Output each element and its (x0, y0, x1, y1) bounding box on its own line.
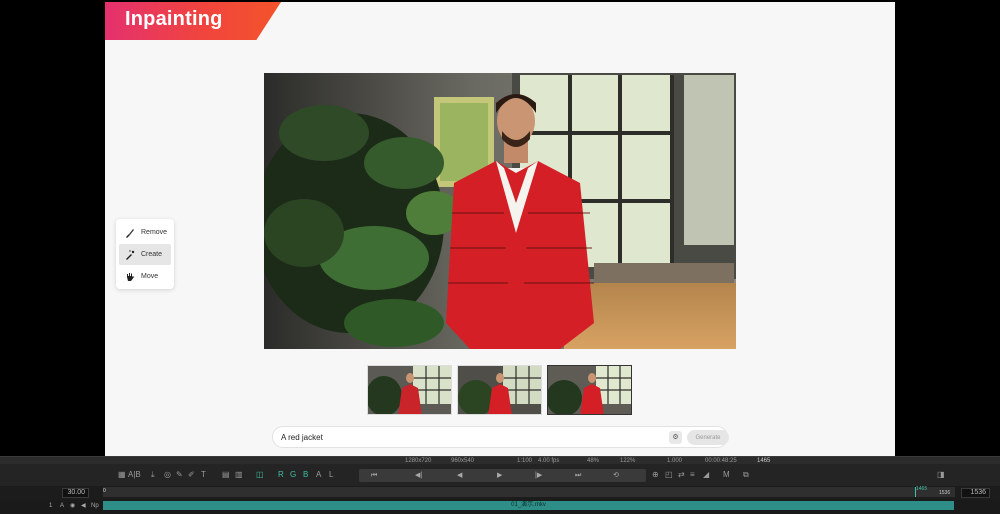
prompt-bar: ⚙ Generate (272, 426, 729, 448)
skip-start-icon[interactable]: ⏮ (371, 469, 377, 482)
compare-icon[interactable]: ◫ (256, 469, 264, 481)
magic-brush-icon (123, 249, 137, 261)
channel-r-button[interactable]: R (278, 469, 284, 481)
tool-palette: Remove Create Move (116, 219, 174, 289)
video-clip[interactable]: 01_演示.mkv (103, 501, 954, 510)
channel-a-button[interactable]: A (316, 469, 321, 481)
flip-icon[interactable]: ⇄ (678, 469, 685, 481)
start-frame: 0 (103, 488, 106, 494)
track-np-label[interactable]: Np (91, 502, 99, 511)
export-icon[interactable]: ⤓ (151, 469, 155, 481)
speaker-icon[interactable]: ◀ (81, 502, 86, 511)
thumbnail-variant-3[interactable] (547, 365, 632, 415)
metadata-button[interactable]: M (723, 469, 730, 481)
transport-controls: ⏮ ◀| ◀ ▶ |▶ ⏭ ⟲ (359, 469, 646, 482)
levels-icon[interactable]: ≡ (690, 469, 695, 481)
step-back-icon[interactable]: ◀| (415, 469, 422, 482)
play-reverse-icon[interactable]: ◀ (457, 469, 462, 482)
remove-tool-button[interactable]: Remove (119, 222, 171, 243)
tool-label: Move (141, 273, 159, 280)
player-status-bar: 1280x720 960x540 1:100 4.00 fps 48% 122%… (0, 456, 1000, 464)
track-number: 1 (49, 503, 53, 509)
screenshot-icon[interactable]: ⧉ (743, 469, 749, 481)
step-forward-icon[interactable]: |▶ (535, 469, 542, 482)
layout-icon[interactable]: ▤ (222, 469, 230, 481)
target-icon[interactable]: ◎ (164, 469, 171, 481)
crop-icon[interactable]: ◰ (665, 469, 673, 481)
split-icon[interactable]: ▥ (235, 469, 243, 481)
main-image[interactable] (264, 73, 736, 349)
player-toolbar: ▦ A|B ⤓ ◎ ✎ ✐ T ▤ ▥ ◫ R G B A L ⏮ ◀| ◀ ▶… (0, 464, 1000, 486)
track-audio-label[interactable]: A (60, 502, 64, 511)
pen-icon[interactable]: ✐ (188, 469, 195, 481)
tool-label: Create (141, 251, 163, 258)
track-row: 1 A ◉ ◀ Np 01_演示.mkv (0, 500, 1000, 514)
play-icon[interactable]: ▶ (497, 469, 502, 482)
brush-icon[interactable]: ✎ (176, 469, 183, 481)
end-marker: 1536 (939, 490, 951, 496)
end-frame-box[interactable]: 1536 (961, 488, 990, 498)
scrubber-bar[interactable]: 0 1465 1536 (103, 486, 955, 497)
app-frame: Inpainting Remove Create Move A red jack… (105, 2, 895, 456)
portrait-photo (264, 73, 736, 349)
thumbnail-variant-1[interactable] (367, 365, 452, 415)
app-title: Inpainting (125, 8, 223, 30)
settings-icon[interactable]: ⚙ (669, 431, 682, 444)
skip-end-icon[interactable]: ⏭ (575, 469, 581, 482)
ab-compare-button[interactable]: A|B (128, 469, 141, 481)
timeline: 30.00 0 1465 1536 1536 (0, 486, 1000, 500)
panel-toggle-icon[interactable]: ◨ (937, 469, 945, 481)
brush-icon (123, 227, 137, 239)
thumbnail-variant-2[interactable] (457, 365, 542, 415)
add-icon[interactable]: ⊕ (652, 469, 659, 481)
create-tool-button[interactable]: Create (119, 244, 171, 265)
channel-g-button[interactable]: G (290, 469, 296, 481)
loop-icon[interactable]: ⟲ (613, 469, 619, 482)
grid-icon[interactable]: ▦ (118, 469, 126, 481)
visibility-icon[interactable]: ◉ (70, 502, 75, 511)
generate-button[interactable]: Generate (687, 430, 729, 445)
move-tool-button[interactable]: Move (119, 266, 171, 287)
hand-icon (123, 271, 137, 283)
text-tool-button[interactable]: T (201, 469, 206, 481)
prompt-input[interactable] (281, 431, 661, 444)
fps-box[interactable]: 30.00 (62, 488, 89, 498)
channel-l-button[interactable]: L (329, 469, 333, 481)
tool-label: Remove (141, 229, 168, 236)
gamma-icon[interactable]: ◢ (703, 469, 709, 481)
channel-b-button[interactable]: B (303, 469, 308, 481)
current-marker: 1465 (916, 486, 928, 492)
